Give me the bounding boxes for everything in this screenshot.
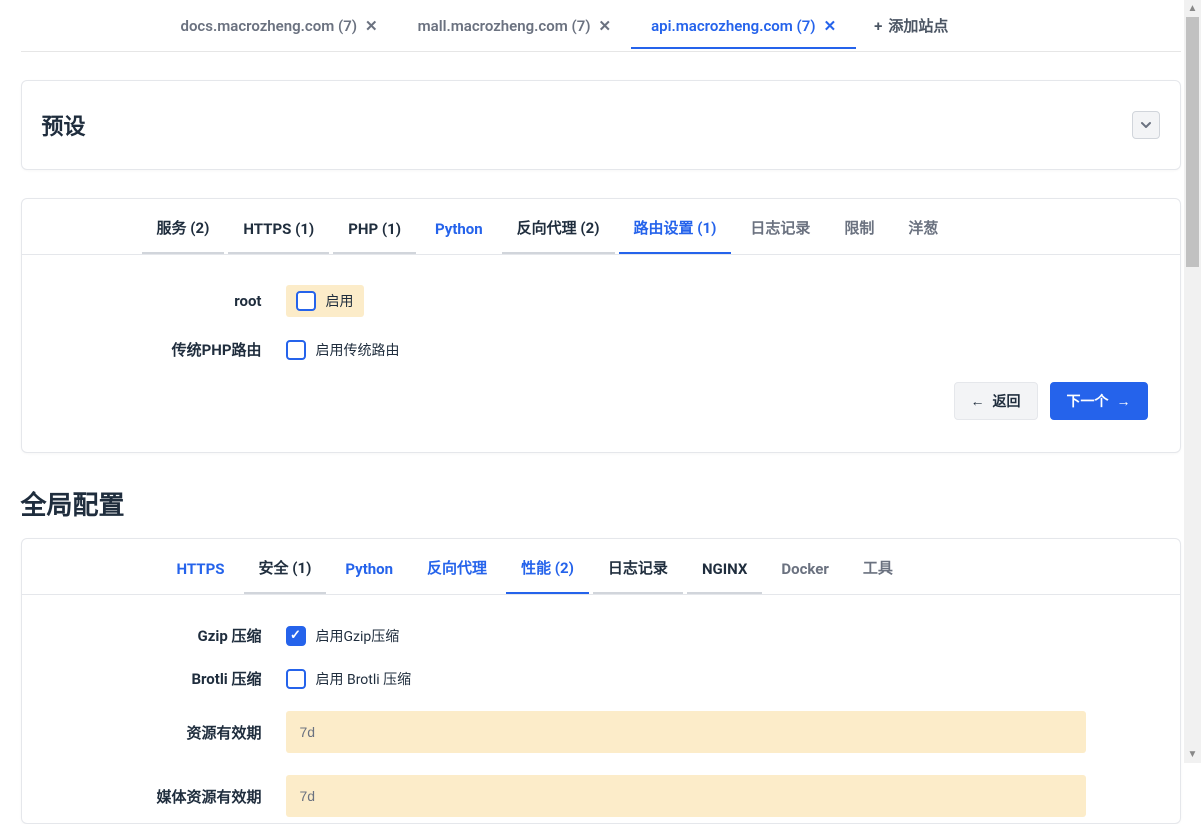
site-config-card: 服务 (2) HTTPS (1) PHP (1) Python 反向代理 (2)… (21, 198, 1181, 453)
chevron-down-icon (1140, 119, 1152, 131)
gtab-https[interactable]: HTTPS (162, 542, 240, 594)
site-tab-docs[interactable]: docs.macrozheng.com (7) ✕ (161, 3, 398, 49)
button-row: ← 返回 下一个 → (46, 382, 1156, 428)
arrow-left-icon: ← (971, 393, 985, 410)
tab-python[interactable]: Python (420, 202, 498, 254)
site-tab-api[interactable]: api.macrozheng.com (7) ✕ (631, 3, 856, 49)
row-brotli: Brotli 压缩 启用 Brotli 压缩 (46, 668, 1156, 689)
gtab-perf[interactable]: 性能 (2) (506, 539, 589, 594)
php-route-check-label: 启用传统路由 (316, 340, 400, 360)
root-label: root (46, 292, 286, 310)
scroll-down-icon[interactable]: ▼ (1184, 746, 1201, 763)
php-route-checkbox[interactable] (286, 340, 306, 360)
row-php-route: 传统PHP路由 启用传统路由 (46, 339, 1156, 360)
expand-button[interactable] (1132, 111, 1160, 139)
gtab-nginx[interactable]: NGINX (687, 542, 762, 594)
site-tab-label: mall.macrozheng.com (7) (418, 17, 591, 35)
php-route-label: 传统PHP路由 (46, 339, 286, 360)
global-config-card: HTTPS 安全 (1) Python 反向代理 性能 (2) 日志记录 NGI… (21, 538, 1181, 824)
gtab-security[interactable]: 安全 (1) (244, 539, 327, 594)
global-tabs: HTTPS 安全 (1) Python 反向代理 性能 (2) 日志记录 NGI… (22, 539, 1180, 595)
media-label: 媒体资源有效期 (46, 786, 286, 807)
add-site-label: 添加站点 (888, 15, 948, 36)
gtab-tools[interactable]: 工具 (848, 539, 908, 594)
site-tab-label: docs.macrozheng.com (7) (181, 17, 358, 35)
row-asset-expiry: 资源有效期 (46, 711, 1156, 753)
gtab-docker[interactable]: Docker (766, 542, 844, 594)
back-button[interactable]: ← 返回 (954, 382, 1038, 420)
tab-onion[interactable]: 洋葱 (893, 199, 953, 254)
site-tab-mall[interactable]: mall.macrozheng.com (7) ✕ (398, 3, 632, 49)
scroll-thumb[interactable] (1186, 17, 1199, 267)
media-expiry-input[interactable] (286, 775, 1086, 817)
close-icon[interactable]: ✕ (599, 17, 612, 35)
perf-form: Gzip 压缩 启用Gzip压缩 Brotli 压缩 启用 Brotli 压缩 … (22, 595, 1180, 823)
next-label: 下一个 (1067, 391, 1109, 411)
plus-icon: + (874, 17, 882, 35)
preset-title: 预设 (42, 109, 86, 141)
tab-route[interactable]: 路由设置 (1) (619, 199, 732, 254)
tab-log[interactable]: 日志记录 (735, 199, 825, 254)
close-icon[interactable]: ✕ (824, 17, 837, 35)
tab-limit[interactable]: 限制 (829, 199, 889, 254)
row-root: root 启用 (46, 285, 1156, 317)
back-label: 返回 (993, 391, 1021, 411)
asset-expiry-input[interactable] (286, 711, 1086, 753)
root-checkbox[interactable] (296, 291, 316, 311)
config-tabs: 服务 (2) HTTPS (1) PHP (1) Python 反向代理 (2)… (22, 199, 1180, 255)
arrow-right-icon: → (1117, 393, 1131, 410)
global-title: 全局配置 (21, 485, 1181, 522)
row-media-expiry: 媒体资源有效期 (46, 775, 1156, 817)
tab-service[interactable]: 服务 (2) (142, 199, 225, 254)
next-button[interactable]: 下一个 → (1050, 382, 1148, 420)
gzip-check-label: 启用Gzip压缩 (316, 626, 400, 646)
brotli-checkbox[interactable] (286, 669, 306, 689)
tab-https[interactable]: HTTPS (1) (228, 202, 329, 254)
brotli-label: Brotli 压缩 (46, 668, 286, 689)
scroll-up-icon[interactable]: ▲ (1184, 0, 1201, 17)
root-check-label: 启用 (326, 291, 354, 311)
row-gzip: Gzip 压缩 启用Gzip压缩 (46, 625, 1156, 646)
gtab-reverse[interactable]: 反向代理 (412, 539, 502, 594)
asset-label: 资源有效期 (46, 722, 286, 743)
preset-panel: 预设 (21, 80, 1181, 170)
site-tab-label: api.macrozheng.com (7) (651, 17, 815, 35)
site-tabs: docs.macrozheng.com (7) ✕ mall.macrozhen… (21, 0, 1181, 52)
gtab-log[interactable]: 日志记录 (593, 539, 683, 594)
root-highlight: 启用 (286, 285, 364, 317)
gzip-label: Gzip 压缩 (46, 625, 286, 646)
route-form: root 启用 传统PHP路由 启用传统路由 ← 返回 下一个 → (22, 255, 1180, 452)
gtab-python[interactable]: Python (330, 542, 408, 594)
gzip-checkbox[interactable] (286, 626, 306, 646)
add-site-button[interactable]: + 添加站点 (856, 1, 966, 50)
brotli-check-label: 启用 Brotli 压缩 (316, 669, 412, 689)
scrollbar[interactable]: ▲ ▼ (1184, 0, 1201, 763)
tab-reverse[interactable]: 反向代理 (2) (502, 199, 615, 254)
close-icon[interactable]: ✕ (365, 17, 378, 35)
tab-php[interactable]: PHP (1) (333, 202, 416, 254)
